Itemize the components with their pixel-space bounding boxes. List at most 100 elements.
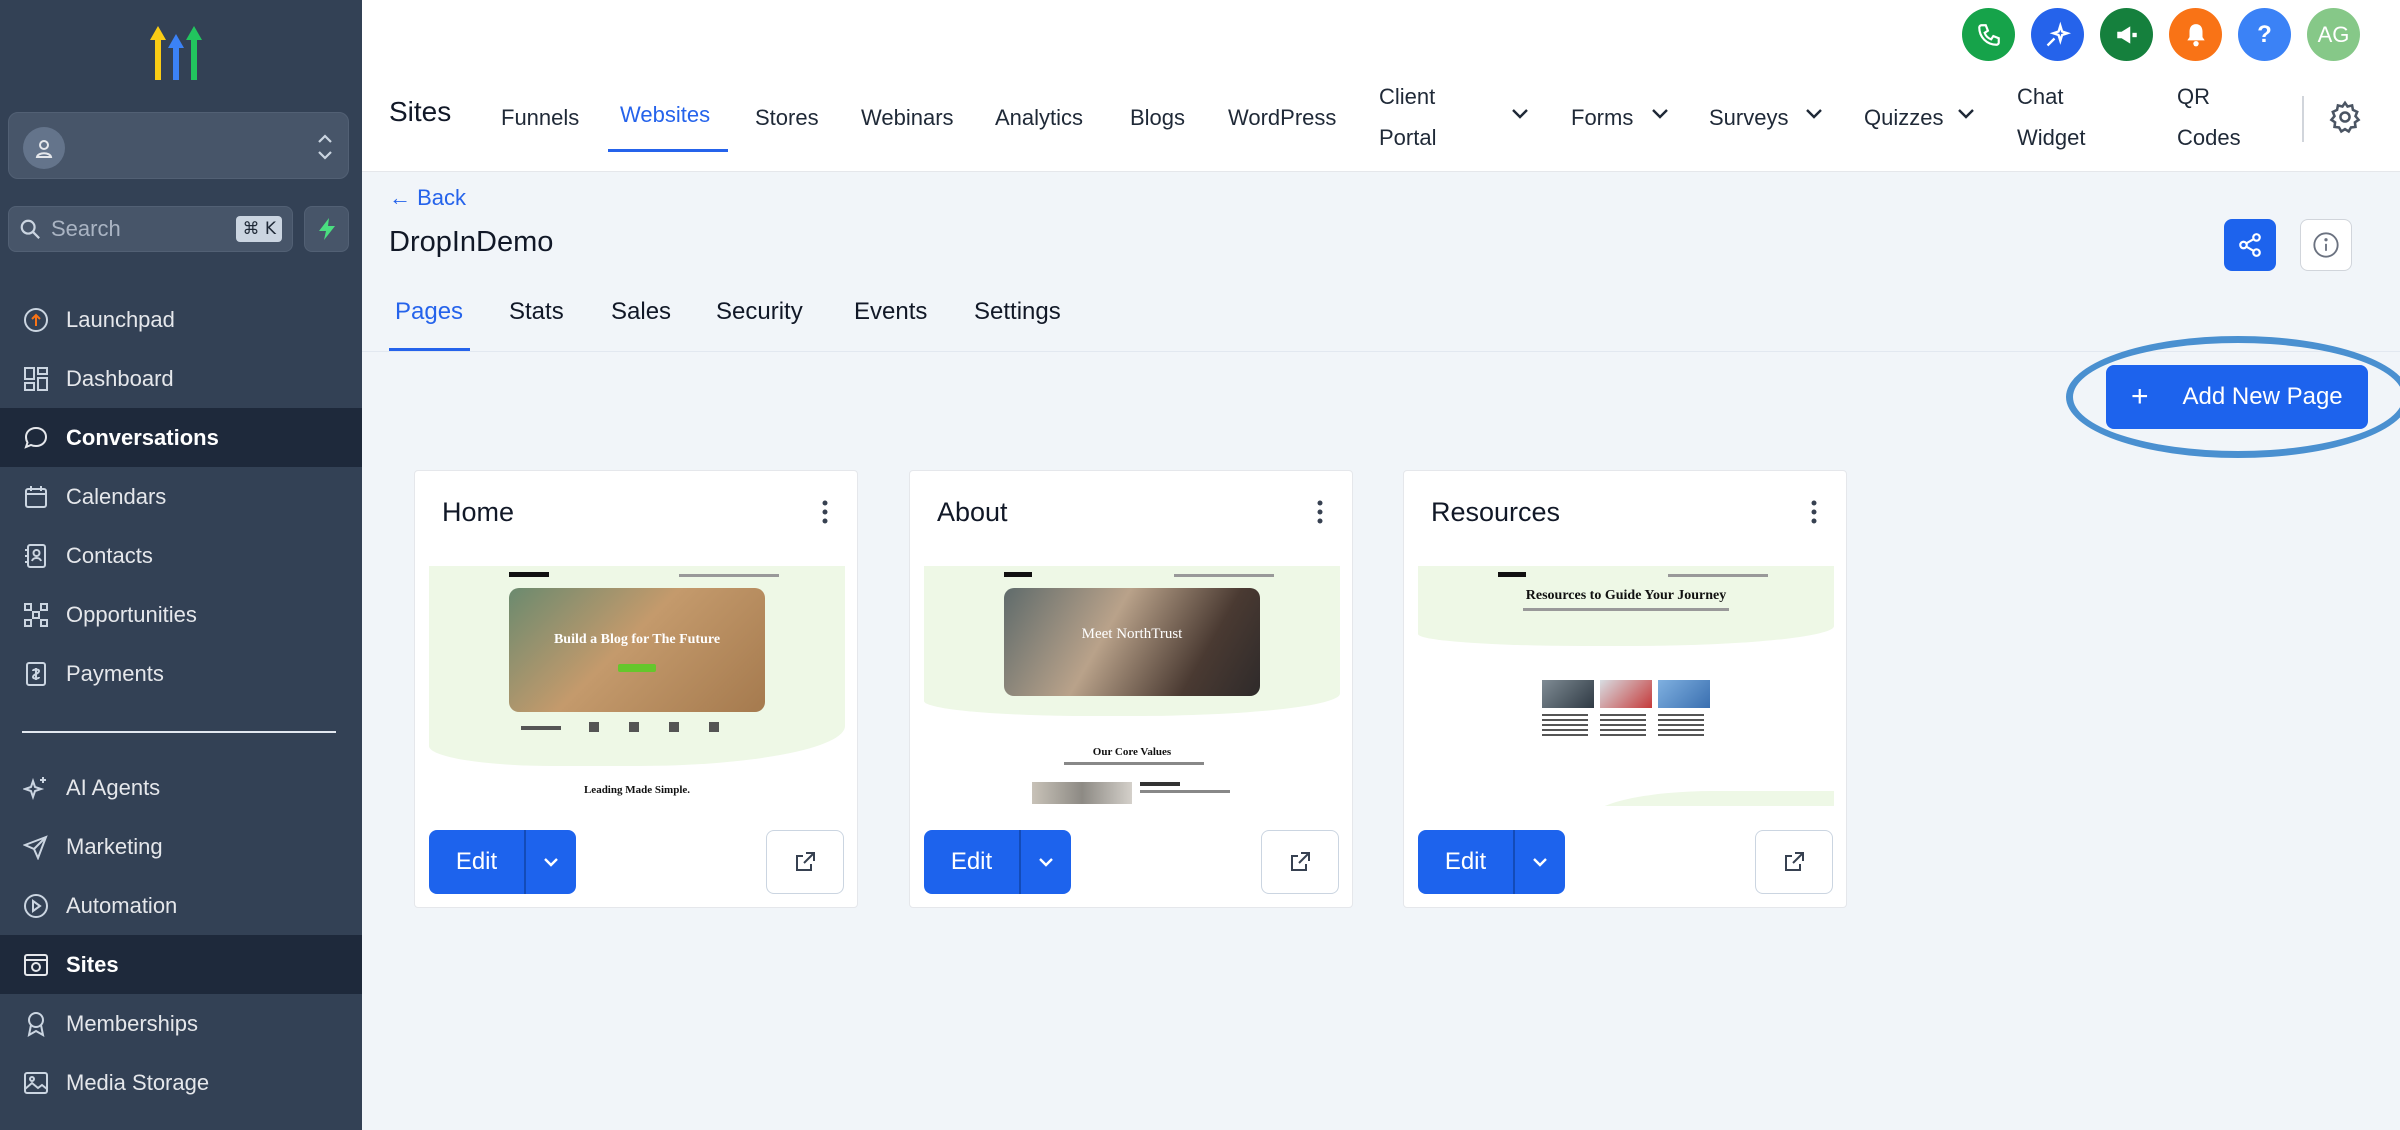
external-link-icon bbox=[796, 852, 815, 871]
tab-label-line2: Widget bbox=[2017, 125, 2086, 150]
megaphone-icon[interactable] bbox=[2100, 8, 2153, 61]
opportunities-icon bbox=[22, 601, 50, 629]
info-icon bbox=[2313, 232, 2339, 258]
sidebar: ⌘ K Launchpad Dashboard Conversations bbox=[0, 0, 362, 1130]
edit-button[interactable]: Edit bbox=[429, 830, 524, 894]
subtab-sales[interactable]: Sales bbox=[611, 298, 671, 326]
sidebar-item-opportunities[interactable]: Opportunities bbox=[0, 585, 362, 644]
app-logo-icon[interactable] bbox=[142, 22, 210, 82]
tab-websites[interactable]: Websites bbox=[620, 94, 710, 135]
location-icon bbox=[23, 127, 65, 169]
sidebar-nav-bottom: AI Agents Marketing Automation Sites Mem… bbox=[0, 758, 362, 1112]
sidebar-item-label: Calendars bbox=[66, 483, 167, 509]
tab-label-line1: Client bbox=[1379, 84, 1436, 109]
tab-label-line1: Chat bbox=[2017, 84, 2064, 109]
card-title: Resources bbox=[1431, 497, 1561, 527]
sidebar-item-dashboard[interactable]: Dashboard bbox=[0, 349, 362, 408]
tab-wordpress[interactable]: WordPress bbox=[1228, 97, 1336, 138]
section-title: Sites bbox=[389, 96, 452, 127]
back-link[interactable]: ← Back bbox=[389, 185, 466, 211]
subtab-stats[interactable]: Stats bbox=[509, 298, 564, 326]
search-bar[interactable]: ⌘ K bbox=[8, 206, 293, 252]
subtab-pages[interactable]: Pages bbox=[395, 298, 463, 326]
sidebar-item-memberships[interactable]: Memberships bbox=[0, 994, 362, 1053]
sidebar-item-marketing[interactable]: Marketing bbox=[0, 817, 362, 876]
account-switcher[interactable] bbox=[8, 112, 349, 179]
contacts-icon bbox=[22, 542, 50, 570]
info-button[interactable] bbox=[2300, 219, 2352, 271]
thumb-section-title: Our Core Values bbox=[1092, 746, 1172, 758]
tab-webinars[interactable]: Webinars bbox=[861, 97, 954, 138]
sidebar-item-label: Dashboard bbox=[66, 365, 174, 391]
sidebar-item-payments[interactable]: Payments bbox=[0, 644, 362, 703]
open-page-button[interactable] bbox=[1755, 830, 1833, 894]
sidebar-divider bbox=[22, 731, 336, 733]
subtab-events[interactable]: Events bbox=[854, 298, 927, 326]
tab-analytics[interactable]: Analytics bbox=[995, 97, 1083, 138]
page-card-home: Home Build a Blog for The Future Leading… bbox=[414, 470, 858, 908]
gear-icon[interactable] bbox=[2328, 100, 2362, 134]
calendar-icon bbox=[22, 483, 50, 511]
sparkle-icon bbox=[22, 774, 50, 802]
sidebar-item-label: AI Agents bbox=[66, 774, 161, 800]
product-tabs: Sites Funnels Websites Stores Webinars A… bbox=[362, 74, 2400, 164]
help-glyph: ? bbox=[2257, 20, 2272, 48]
chevron-down-icon bbox=[1958, 109, 1974, 119]
subtab-settings[interactable]: Settings bbox=[974, 298, 1061, 326]
sidebar-item-automation[interactable]: Automation bbox=[0, 876, 362, 935]
payments-icon bbox=[22, 660, 50, 688]
sidebar-item-media-storage[interactable]: Media Storage bbox=[0, 1053, 362, 1112]
sidebar-item-ai-agents[interactable]: AI Agents bbox=[0, 758, 362, 817]
edit-dropdown-button[interactable] bbox=[1019, 830, 1071, 894]
edit-button[interactable]: Edit bbox=[924, 830, 1019, 894]
sidebar-item-calendars[interactable]: Calendars bbox=[0, 467, 362, 526]
bell-icon[interactable] bbox=[2169, 8, 2222, 61]
bolt-icon bbox=[318, 218, 335, 240]
search-input[interactable] bbox=[51, 216, 221, 242]
more-vertical-icon[interactable] bbox=[821, 499, 829, 525]
edit-button[interactable]: Edit bbox=[1418, 830, 1513, 894]
sidebar-item-label: Memberships bbox=[66, 1010, 199, 1036]
chevron-updown-icon bbox=[318, 134, 332, 160]
user-avatar[interactable]: AG bbox=[2307, 8, 2360, 61]
more-vertical-icon[interactable] bbox=[1316, 499, 1324, 525]
sidebar-item-label: Media Storage bbox=[66, 1069, 210, 1095]
sidebar-item-conversations[interactable]: Conversations bbox=[0, 408, 362, 467]
page-preview-thumbnail[interactable]: Resources to Guide Your Journey bbox=[1418, 566, 1834, 806]
card-title: Home bbox=[442, 497, 515, 527]
sidebar-item-launchpad[interactable]: Launchpad bbox=[0, 290, 362, 349]
header-divider bbox=[2302, 96, 2304, 142]
thumb-hero-button bbox=[618, 664, 656, 672]
edit-dropdown-button[interactable] bbox=[524, 830, 576, 894]
quick-action-button[interactable] bbox=[304, 206, 349, 252]
sidebar-item-sites[interactable]: Sites bbox=[0, 935, 362, 994]
help-icon[interactable]: ? bbox=[2238, 8, 2291, 61]
sidebar-item-label: Opportunities bbox=[66, 601, 197, 627]
open-page-button[interactable] bbox=[766, 830, 844, 894]
page-card-about: About Meet NorthTrust Our Core Values Ed… bbox=[909, 470, 1353, 908]
open-page-button[interactable] bbox=[1261, 830, 1339, 894]
page-preview-thumbnail[interactable]: Meet NorthTrust Our Core Values bbox=[924, 566, 1340, 806]
page-preview-thumbnail[interactable]: Build a Blog for The Future Leading Made… bbox=[429, 566, 845, 806]
phone-icon[interactable] bbox=[1962, 8, 2015, 61]
share-button[interactable] bbox=[2224, 219, 2276, 271]
tab-funnels[interactable]: Funnels bbox=[501, 97, 579, 138]
tab-stores[interactable]: Stores bbox=[755, 97, 819, 138]
subtab-security[interactable]: Security bbox=[716, 298, 803, 326]
sidebar-item-label: Contacts bbox=[66, 542, 153, 568]
tab-label: Quizzes bbox=[1864, 105, 1944, 130]
rocket-icon bbox=[22, 306, 50, 334]
chevron-down-icon bbox=[1039, 858, 1053, 867]
more-vertical-icon[interactable] bbox=[1810, 499, 1818, 525]
chevron-down-icon bbox=[1512, 109, 1528, 119]
external-link-icon bbox=[1785, 852, 1804, 871]
tab-blogs[interactable]: Blogs bbox=[1130, 97, 1185, 138]
sidebar-item-label: Payments bbox=[66, 660, 164, 686]
ai-sparkle-icon[interactable] bbox=[2031, 8, 2084, 61]
automation-icon bbox=[22, 892, 50, 920]
sidebar-item-label: Marketing bbox=[66, 833, 163, 859]
edit-button-group: Edit bbox=[924, 830, 1071, 894]
tab-label: Forms bbox=[1571, 105, 1634, 130]
edit-dropdown-button[interactable] bbox=[1513, 830, 1565, 894]
sidebar-item-contacts[interactable]: Contacts bbox=[0, 526, 362, 585]
